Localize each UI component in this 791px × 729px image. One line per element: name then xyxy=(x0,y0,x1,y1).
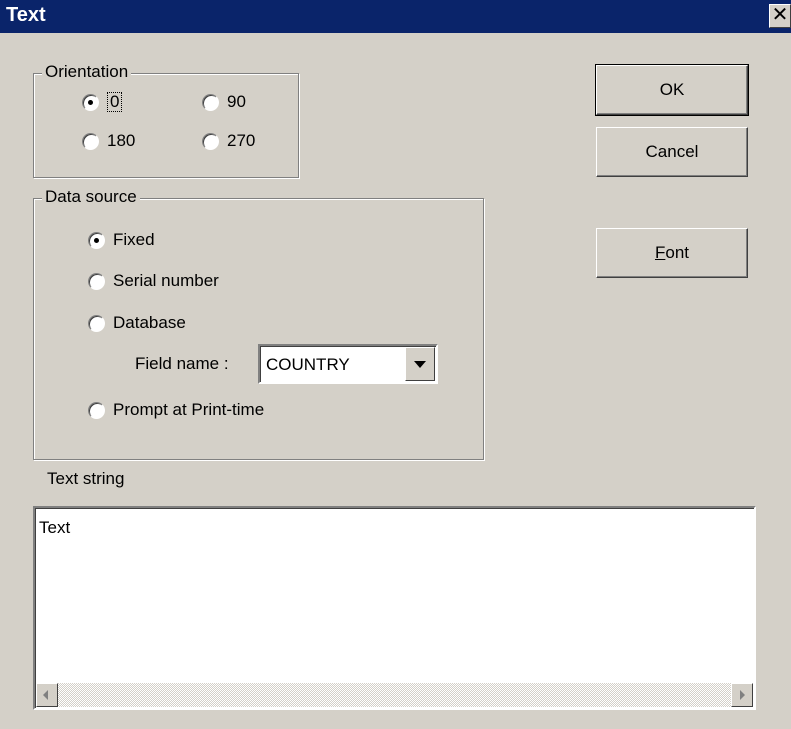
close-button[interactable]: ✕ xyxy=(769,4,791,28)
chevron-down-icon[interactable] xyxy=(405,347,435,381)
data-source-radio-fixed-label: Fixed xyxy=(113,230,155,249)
radio-unchecked-icon xyxy=(82,132,99,150)
data-source-radio-fixed[interactable]: Fixed xyxy=(88,230,155,250)
cancel-button-label: Cancel xyxy=(645,142,699,161)
radio-unchecked-icon xyxy=(202,93,219,111)
data-source-radio-serial[interactable]: Serial number xyxy=(88,271,219,291)
data-source-group-label: Data source xyxy=(42,187,140,207)
field-name-label: Field name : xyxy=(135,354,229,373)
radio-unchecked-icon xyxy=(88,401,105,419)
cancel-button[interactable]: Cancel xyxy=(596,127,748,177)
radio-checked-icon xyxy=(88,231,105,249)
data-source-radio-database-label: Database xyxy=(113,313,186,332)
data-source-radio-database[interactable]: Database xyxy=(88,313,186,333)
ok-button[interactable]: OK xyxy=(595,64,749,116)
scroll-left-icon[interactable] xyxy=(36,683,58,707)
title-bar: Text ✕ xyxy=(0,0,791,33)
orientation-radio-180[interactable]: 180 xyxy=(82,131,135,151)
text-string-value: Text xyxy=(39,518,71,537)
text-string-label: Text string xyxy=(47,469,125,488)
orientation-radio-270-label: 270 xyxy=(227,131,256,150)
font-button-label: Font xyxy=(655,243,689,263)
font-mnemonic: F xyxy=(654,243,666,262)
text-string-input[interactable]: Text xyxy=(33,506,756,710)
radio-unchecked-icon xyxy=(202,132,219,150)
data-source-radio-prompt-label: Prompt at Print-time xyxy=(113,400,265,419)
orientation-radio-180-label: 180 xyxy=(107,131,136,150)
orientation-group-label: Orientation xyxy=(42,62,132,82)
orientation-radio-270[interactable]: 270 xyxy=(202,131,255,151)
radio-checked-icon xyxy=(82,93,99,111)
data-source-radio-prompt[interactable]: Prompt at Print-time xyxy=(88,400,264,420)
ok-button-label: OK xyxy=(659,80,685,99)
radio-unchecked-icon xyxy=(88,272,105,290)
orientation-radio-0[interactable]: 0 xyxy=(82,92,123,112)
radio-unchecked-icon xyxy=(88,314,105,332)
close-icon: ✕ xyxy=(771,4,789,26)
field-name-value: COUNTRY xyxy=(266,355,350,374)
font-button-label-rest: ont xyxy=(665,243,690,262)
data-source-radio-serial-label: Serial number xyxy=(113,271,219,290)
field-name-combo[interactable]: COUNTRY xyxy=(258,344,438,384)
font-button[interactable]: Font xyxy=(596,228,748,278)
orientation-radio-90[interactable]: 90 xyxy=(202,92,246,112)
orientation-radio-0-label: 0 xyxy=(107,92,123,112)
scroll-right-icon[interactable] xyxy=(731,683,753,707)
horizontal-scrollbar[interactable] xyxy=(36,683,753,707)
orientation-radio-90-label: 90 xyxy=(227,92,246,111)
orientation-group: Orientation xyxy=(33,62,299,178)
window-title: Text xyxy=(6,4,46,26)
